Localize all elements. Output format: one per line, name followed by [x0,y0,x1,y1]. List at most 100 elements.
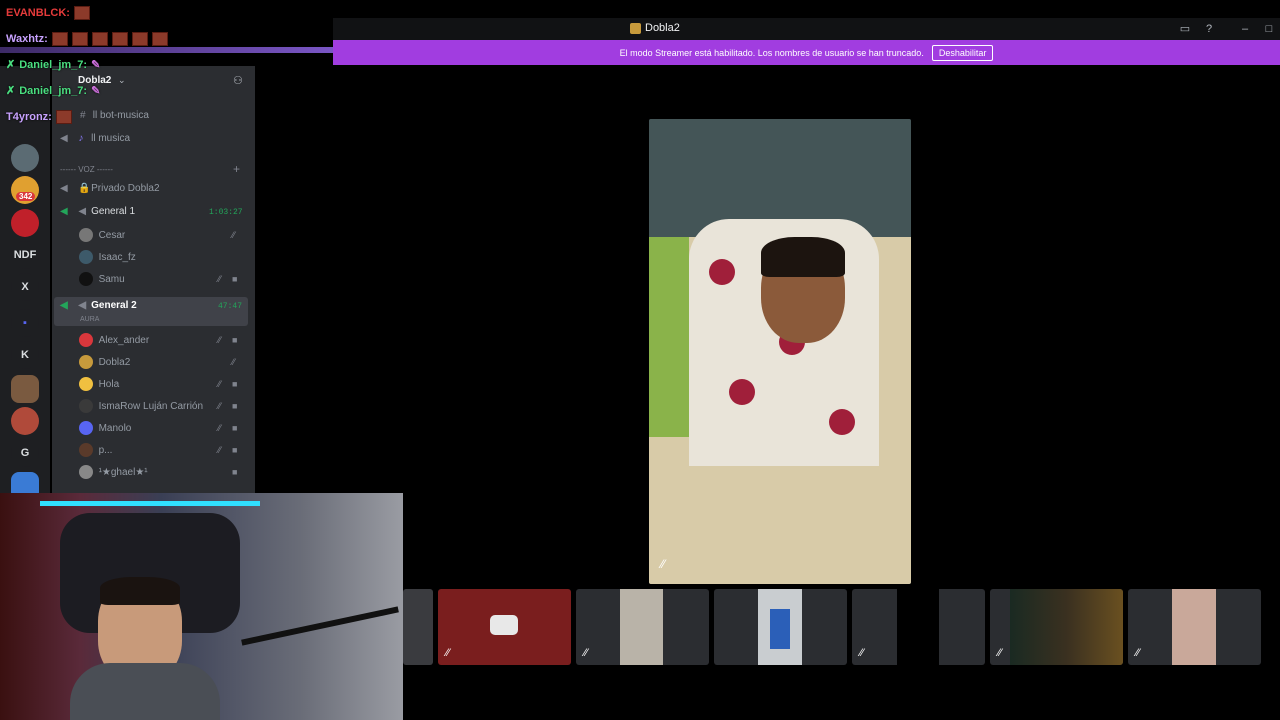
music-icon: ♪ [78,132,84,144]
led-strip [40,501,260,506]
participant-tile[interactable]: ⁄⁄ [990,589,1123,665]
avatar [79,333,93,347]
deafen-icon: ⁄⁄ [232,230,236,240]
emote-icon [131,32,148,46]
minimize-icon[interactable]: – [1238,22,1252,36]
streamer-hair [100,577,180,605]
server-avatar[interactable] [11,144,39,172]
sword-icon: ✗ [6,85,16,97]
server-icon [630,22,641,34]
hash-icon: # [80,109,86,121]
channel-status: AURA [80,316,100,323]
video-wall [649,237,689,437]
server-avatar[interactable] [11,407,39,435]
sword-icon: ✗ [6,59,16,71]
add-member-icon[interactable]: ⚇ [233,74,243,87]
emote-icon [51,32,68,46]
deafen-icon: ⁄⁄ [218,401,222,411]
emote-icon [151,32,168,46]
banner-text: El modo Streamer está habilitado. Los no… [619,47,924,58]
streamer-webcam [0,493,403,720]
mic-muted-icon: ⁄⁄ [446,647,450,659]
video-icon: ■ [232,467,238,477]
mic-muted-icon: ⁄⁄ [860,647,864,659]
deafen-icon: ⁄⁄ [218,335,222,345]
avatar [79,228,93,242]
avatar [79,272,93,286]
deafen-icon: ⁄⁄ [218,423,222,433]
participant-tile[interactable] [714,589,847,665]
server-ndf[interactable]: NDF [11,241,39,269]
video-person-hair [761,237,845,277]
folder-icon[interactable]: ▪ [11,309,39,337]
avatar [79,377,93,391]
chat-message: EVANBLCK: [6,6,90,20]
mic-muted-icon: ⁄⁄ [998,647,1002,659]
voice-user[interactable]: Samu [79,272,125,286]
voice-category[interactable]: ------ VOZ ------ [60,165,113,174]
streamer-shirt [70,663,220,720]
feather-icon: ✎ [91,85,101,97]
participant-tile[interactable]: ⁄⁄ [1128,589,1261,665]
disable-streamer-mode-button[interactable]: Deshabilitar [931,44,994,61]
avatar [79,250,93,264]
server-avatar[interactable] [11,209,39,237]
channel-musica[interactable]: ◀ ♪ ll musica [60,133,130,144]
speaker-active-icon: ◀ [60,299,68,311]
window-title: Dobla2 [630,22,680,34]
voice-user[interactable]: IsmaRow Luján Carrión [79,399,203,413]
server-avatar[interactable] [11,375,39,403]
participant-video [897,589,939,665]
video-icon: ■ [232,445,238,455]
server-x[interactable]: X [11,273,39,301]
help-icon[interactable]: ? [1202,22,1216,36]
channel-bot-musica[interactable]: # ll bot-musica [80,110,149,121]
video-icon: ■ [232,335,238,345]
channel-general-1[interactable]: ◀ ◀ General 1 [60,206,135,217]
mic-muted-icon: ⁄⁄ [661,557,666,571]
camera-off-icon [490,615,518,635]
participant-tile[interactable] [403,589,433,665]
deafen-icon: ⁄⁄ [218,274,222,284]
speaker-icon: ◀ [60,182,68,194]
server-g[interactable]: G [11,439,39,467]
participant-figure [770,609,790,649]
server-k[interactable]: K [11,341,39,369]
lock-icon: 🔒 [78,182,91,194]
participant-video [620,589,663,665]
emote-icon [111,32,128,46]
inbox-icon[interactable]: ▭ [1178,22,1192,36]
avatar [79,399,93,413]
participant-tile[interactable]: ⁄⁄ [576,589,709,665]
voice-user[interactable]: Isaac_fz [79,250,136,264]
participant-video [1010,589,1123,665]
add-channel-icon[interactable]: + [233,162,240,176]
avatar [79,465,93,479]
channel-privado[interactable]: ◀ 🔒 Privado Dobla2 [60,183,160,194]
chat-message: Waxhtz: [6,32,168,46]
maximize-icon[interactable]: □ [1262,22,1276,36]
chevron-down-icon[interactable]: ⌄ [118,75,126,86]
channel-general-2[interactable]: ◀ ◀ General 2 [60,300,137,311]
main-video-tile[interactable]: ⁄⁄ [649,119,911,584]
voice-user[interactable]: Dobla2 [79,355,130,369]
mic-muted-icon: ⁄⁄ [1136,647,1140,659]
voice-user[interactable]: Hola [79,377,119,391]
emote-icon [71,32,88,46]
chat-message: T4yronz: [6,110,72,124]
speaker-icon: ◀ [78,205,87,217]
emote-icon [55,110,72,124]
shirt-pattern [829,409,855,435]
shirt-pattern [729,379,755,405]
mic-muted-icon: ⁄⁄ [584,647,588,659]
chat-message: ✗ Daniel_jm_7: ✎ [6,58,101,72]
participant-tile[interactable]: ⁄⁄ [852,589,985,665]
voice-user[interactable]: Manolo [79,421,131,435]
voice-user[interactable]: ¹★ghael★¹ [79,465,148,479]
voice-user[interactable]: Cesar [79,228,125,242]
voice-user[interactable]: Alex_ander [79,333,149,347]
voice-user[interactable]: p... [79,443,112,457]
avatar [79,355,93,369]
participant-tile[interactable]: ⁄⁄ [438,589,571,665]
emote-icon [73,6,90,20]
